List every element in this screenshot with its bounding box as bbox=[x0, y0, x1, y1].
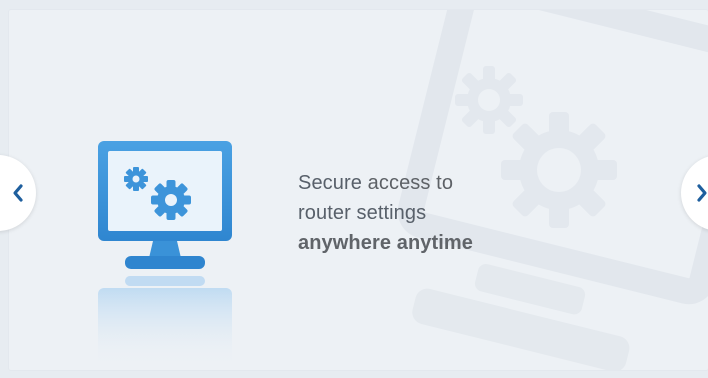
caption-line-3: anywhere anytime bbox=[298, 232, 474, 254]
caption-line-2: router settings bbox=[298, 202, 427, 224]
caption-word-secure: Secure bbox=[298, 172, 362, 194]
slide-caption: Secure access to router settings anywher… bbox=[298, 168, 598, 258]
chevron-right-icon bbox=[697, 184, 707, 202]
chevron-left-icon bbox=[13, 184, 23, 202]
feature-carousel: Secure access to router settings anywher… bbox=[0, 0, 708, 378]
caption-line-1: Secure access to bbox=[298, 168, 598, 198]
slide: Secure access to router settings anywher… bbox=[9, 10, 708, 370]
monitor-settings-icon bbox=[98, 141, 232, 368]
caption-phrase-access: access to bbox=[367, 172, 454, 194]
